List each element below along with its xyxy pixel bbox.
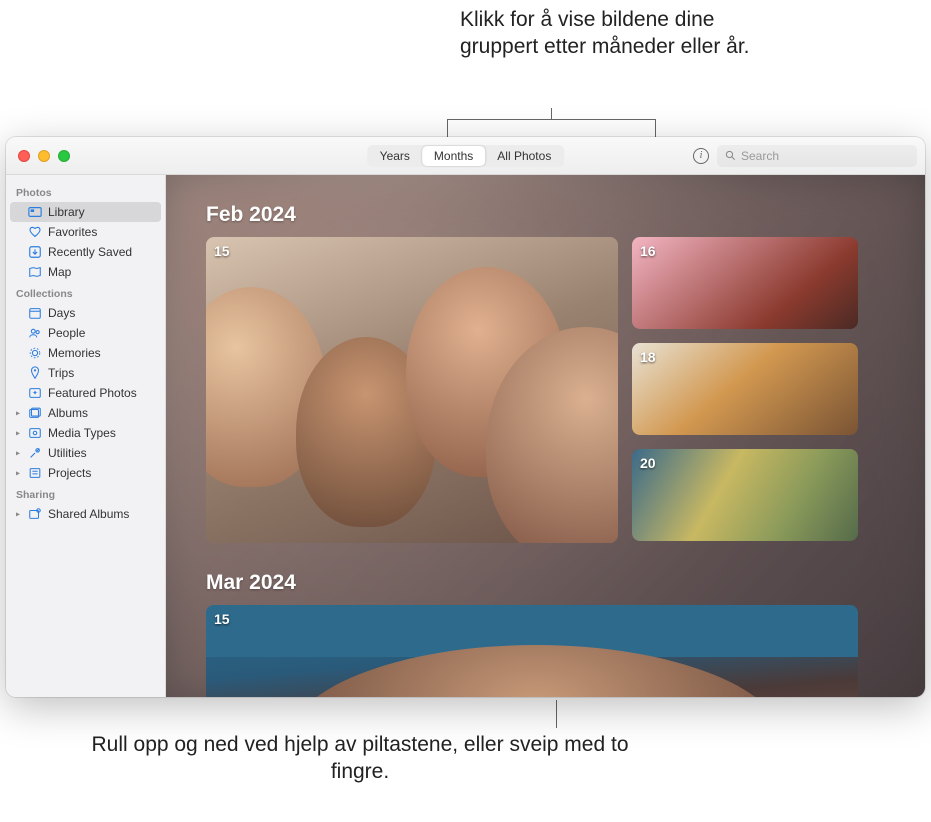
photo-tile-large[interactable]: 15 xyxy=(206,237,618,543)
callout-line xyxy=(447,119,448,137)
sidebar-item-label: Utilities xyxy=(48,446,87,460)
sidebar-item-media-types[interactable]: ▸ Media Types xyxy=(10,423,161,443)
sidebar-item-label: Shared Albums xyxy=(48,507,129,521)
callout-line xyxy=(556,700,557,728)
month-grid-feb: 15 16 18 20 xyxy=(206,237,889,543)
search-placeholder: Search xyxy=(741,149,779,163)
segment-months[interactable]: Months xyxy=(422,146,485,166)
sidebar-item-label: Favorites xyxy=(48,225,97,239)
memories-icon xyxy=(28,346,42,360)
sidebar-item-label: Recently Saved xyxy=(48,245,132,259)
sidebar-item-memories[interactable]: Memories xyxy=(10,343,161,363)
body-area: Photos Library Favorites Recently Saved … xyxy=(6,175,925,697)
day-badge: 20 xyxy=(640,455,656,471)
shared-icon xyxy=(28,507,42,521)
sidebar-item-label: Projects xyxy=(48,466,91,480)
download-icon xyxy=(28,245,42,259)
month-header-feb[interactable]: Feb 2024 xyxy=(206,203,889,227)
sidebar-item-label: Media Types xyxy=(48,426,116,440)
chevron-right-icon: ▸ xyxy=(16,409,20,418)
sidebar-item-map[interactable]: Map xyxy=(10,262,161,282)
close-button[interactable] xyxy=(18,150,30,162)
view-segmented-control: Years Months All Photos xyxy=(367,145,565,167)
people-icon xyxy=(28,326,42,340)
sidebar-item-favorites[interactable]: Favorites xyxy=(10,222,161,242)
traffic-lights xyxy=(6,150,82,162)
maximize-button[interactable] xyxy=(58,150,70,162)
search-field[interactable]: Search xyxy=(717,145,917,167)
day-badge: 16 xyxy=(640,243,656,259)
sidebar: Photos Library Favorites Recently Saved … xyxy=(6,175,166,697)
sidebar-item-days[interactable]: Days xyxy=(10,303,161,323)
sidebar-header-collections: Collections xyxy=(6,282,165,303)
callout-top: Klikk for å vise bildene dine gruppert e… xyxy=(460,6,780,61)
heart-icon xyxy=(28,225,42,239)
library-icon xyxy=(28,205,42,219)
pin-icon xyxy=(28,366,42,380)
sidebar-item-albums[interactable]: ▸ Albums xyxy=(10,403,161,423)
sidebar-header-photos: Photos xyxy=(6,181,165,202)
sidebar-item-label: Albums xyxy=(48,406,88,420)
callout-bottom: Rull opp og ned ved hjelp av piltastene,… xyxy=(80,731,640,786)
calendar-icon xyxy=(28,306,42,320)
sidebar-item-featured-photos[interactable]: Featured Photos xyxy=(10,383,161,403)
map-icon xyxy=(28,265,42,279)
segment-years[interactable]: Years xyxy=(368,146,422,166)
sidebar-item-people[interactable]: People xyxy=(10,323,161,343)
month-header-mar[interactable]: Mar 2024 xyxy=(206,571,889,595)
tools-icon xyxy=(28,446,42,460)
callout-line xyxy=(447,119,655,120)
chevron-right-icon: ▸ xyxy=(16,510,20,519)
toolbar-right: i Search xyxy=(693,145,917,167)
callout-line xyxy=(655,119,656,137)
day-badge: 15 xyxy=(214,243,230,259)
sidebar-item-label: Library xyxy=(48,205,85,219)
app-window: Years Months All Photos i Search Photos … xyxy=(6,137,925,697)
callout-line xyxy=(551,108,552,119)
album-icon xyxy=(28,406,42,420)
sidebar-item-label: People xyxy=(48,326,85,340)
search-icon xyxy=(725,150,736,161)
sidebar-item-label: Featured Photos xyxy=(48,386,137,400)
chevron-right-icon: ▸ xyxy=(16,469,20,478)
sidebar-header-sharing: Sharing xyxy=(6,483,165,504)
sidebar-item-recently-saved[interactable]: Recently Saved xyxy=(10,242,161,262)
sidebar-item-utilities[interactable]: ▸ Utilities xyxy=(10,443,161,463)
sidebar-item-shared-albums[interactable]: ▸ Shared Albums xyxy=(10,504,161,524)
sidebar-item-label: Map xyxy=(48,265,71,279)
sidebar-item-label: Days xyxy=(48,306,75,320)
photo-tile-small[interactable]: 16 xyxy=(632,237,858,329)
sidebar-item-projects[interactable]: ▸ Projects xyxy=(10,463,161,483)
photo-tile-large[interactable]: 15 xyxy=(206,605,858,697)
titlebar: Years Months All Photos i Search xyxy=(6,137,925,175)
chevron-right-icon: ▸ xyxy=(16,449,20,458)
sparkle-icon xyxy=(28,386,42,400)
minimize-button[interactable] xyxy=(38,150,50,162)
sidebar-item-label: Trips xyxy=(48,366,74,380)
projects-icon xyxy=(28,466,42,480)
photo-column: 16 18 20 xyxy=(632,237,858,543)
sidebar-item-library[interactable]: Library xyxy=(10,202,161,222)
sidebar-item-trips[interactable]: Trips xyxy=(10,363,161,383)
segment-all-photos[interactable]: All Photos xyxy=(485,146,563,166)
content-area[interactable]: Feb 2024 15 16 18 20 Mar 2024 15 xyxy=(166,175,925,697)
sidebar-item-label: Memories xyxy=(48,346,101,360)
day-badge: 15 xyxy=(214,611,230,627)
chevron-right-icon: ▸ xyxy=(16,429,20,438)
media-icon xyxy=(28,426,42,440)
day-badge: 18 xyxy=(640,349,656,365)
info-icon[interactable]: i xyxy=(693,148,709,164)
photo-tile-small[interactable]: 20 xyxy=(632,449,858,541)
photo-tile-small[interactable]: 18 xyxy=(632,343,858,435)
